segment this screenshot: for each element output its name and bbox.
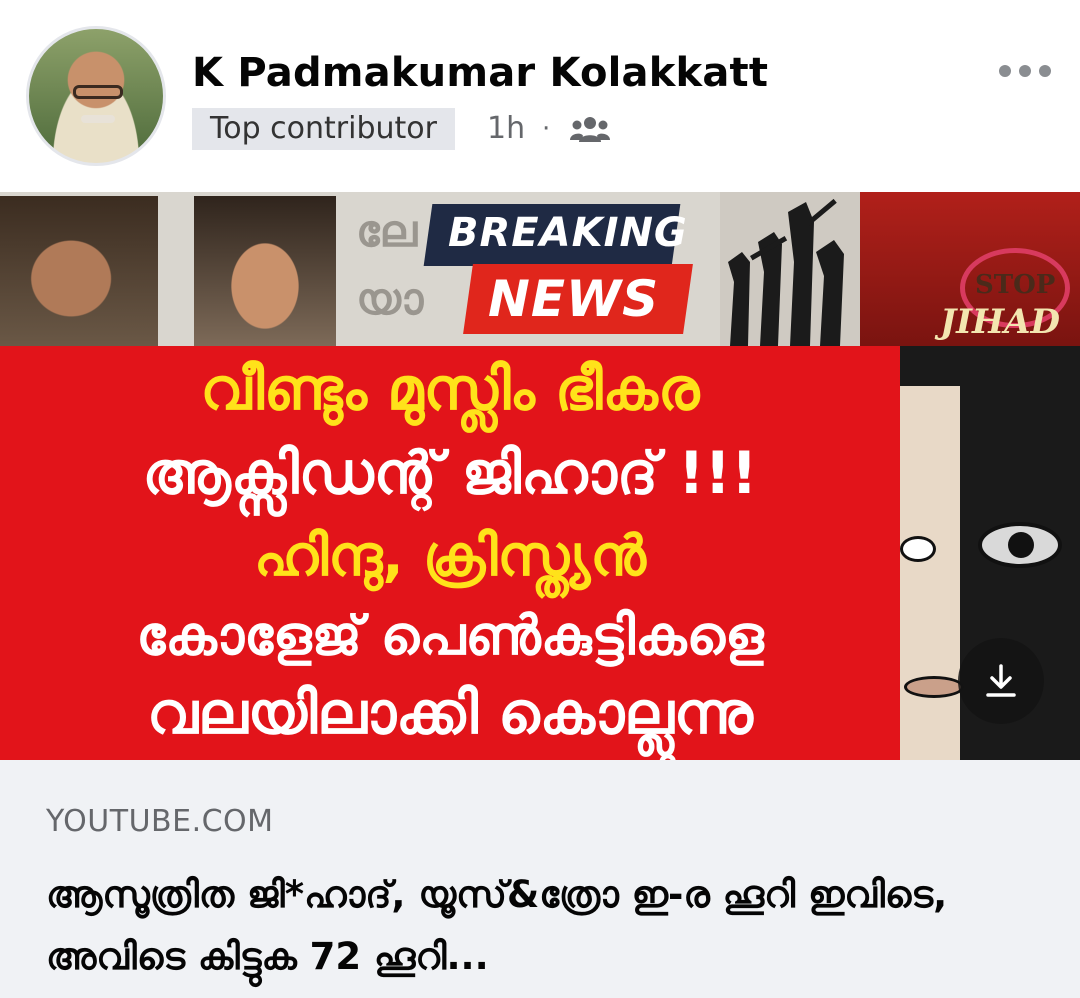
more-options-button[interactable] [990, 54, 1060, 88]
thumbnail-background-text: ലേ [356, 206, 418, 257]
headline-line-2: ആക്സിഡന്റ് ജിഹാദ് !!! [142, 439, 758, 507]
mouth [904, 676, 964, 698]
soldiers-silhouette [720, 192, 860, 346]
avatar[interactable] [26, 26, 166, 166]
avatar-moustache [81, 115, 115, 123]
separator-dot: · [542, 114, 551, 144]
thumbnail-top-strip: ലേ യാ BREAKING NEWS STOP JIHAD [0, 192, 1080, 346]
link-domain: YOUTUBE.COM [46, 804, 274, 839]
stop-text: STOP [975, 270, 1056, 300]
author-name[interactable]: K Padmakumar Kolakkatt [192, 50, 768, 96]
headline-panel: വീണ്ടും മുസ്ലിം ഭീകര ആക്സിഡന്റ് ജിഹാദ് !… [0, 346, 900, 760]
more-dot [1039, 65, 1051, 77]
download-icon [986, 664, 1016, 697]
face-half [900, 386, 960, 760]
news-text: NEWS [488, 270, 660, 328]
link-preview-card[interactable]: YOUTUBE.COM ആസൂത്രിത ജി*ഹാദ്, യൂസ്&ത്രോ … [0, 760, 1080, 998]
post-header: K Padmakumar Kolakkatt Top contributor 1… [0, 0, 1080, 192]
download-button[interactable] [958, 638, 1044, 724]
more-dot [999, 65, 1011, 77]
people-icon[interactable] [570, 114, 610, 144]
link-title[interactable]: ആസൂത്രിത ജി*ഹാദ്, യൂസ്&ത്രോ ഇ-ര ഹൂറി ഇവി… [46, 864, 1046, 988]
post-time[interactable]: 1h [487, 108, 525, 150]
more-dot [1019, 65, 1031, 77]
avatar-glasses [73, 85, 123, 99]
jihad-text: JIHAD [940, 302, 1060, 342]
top-contributor-badge[interactable]: Top contributor [192, 108, 455, 150]
thumbnail-face-man [0, 196, 158, 346]
headline-line-4: കോളേജ് പെൺകുട്ടികളെ [136, 604, 764, 667]
video-thumbnail[interactable]: ലേ യാ BREAKING NEWS STOP JIHAD വീണ്ടും മ… [0, 192, 1080, 760]
eye-left [900, 536, 936, 562]
headline-line-5: വലയിലാക്കി കൊല്ലുന്നു [147, 679, 753, 747]
breaking-text: BREAKING [448, 210, 688, 256]
thumbnail-face-woman [194, 196, 336, 346]
thumbnail-background-text: യാ [356, 274, 424, 325]
headline-line-1: വീണ്ടും മുസ്ലിം ഭീകര [200, 355, 700, 423]
headline-line-3: ഹിന്ദു, ക്രിസ്ത്യൻ [254, 524, 646, 589]
eye-right [978, 522, 1062, 568]
